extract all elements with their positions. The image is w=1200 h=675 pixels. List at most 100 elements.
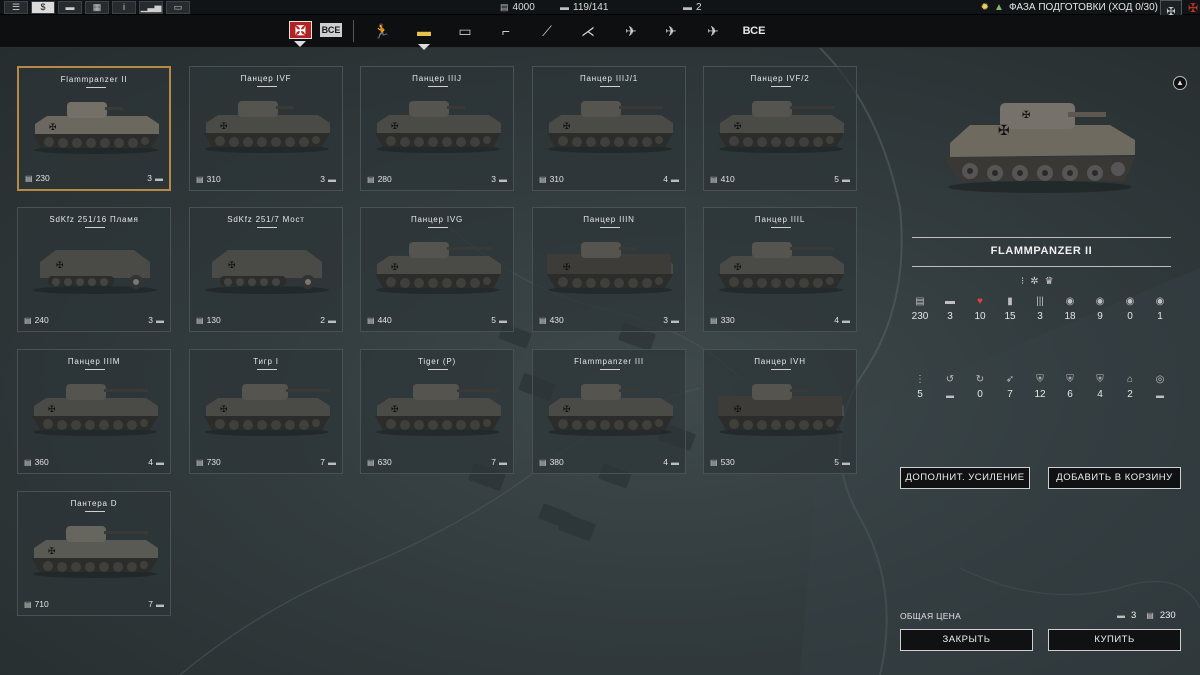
air-attack-stat: ◉ 0 [1115, 295, 1145, 322]
tank-image: ✠ [33, 250, 157, 294]
count-value: 5 [834, 174, 839, 184]
unit-card[interactable]: Панцер IIIJ ✠ ▤ 280 3 ▬ [360, 66, 514, 191]
count-value: 4 [834, 315, 839, 325]
tab-bombers[interactable]: ✈ [693, 22, 733, 40]
svg-text:✠: ✠ [563, 122, 571, 132]
bomber-icon: ✈ [707, 23, 719, 39]
unit-name: Панцер IIIJ/1 [580, 74, 638, 83]
unit-cost: ▤ 530 [710, 457, 735, 467]
scroll-up-button[interactable]: ▲ [1173, 76, 1187, 90]
screen-icon: ▭ [173, 2, 183, 12]
tank-icon: ▬ [328, 457, 336, 467]
stats-button[interactable]: ▁▃▅ [139, 1, 163, 14]
unit-card[interactable]: Flammpanzer II ✠ ▤ 230 3 ▬ [17, 66, 171, 191]
unit-card[interactable]: Панцер IVF ✠ ▤ 310 3 ▬ [189, 66, 343, 191]
hamburger-button[interactable]: ☰ [4, 1, 28, 14]
close-button[interactable]: ЗАКРЫТЬ [900, 629, 1033, 651]
unit-count: 3 ▬ [663, 315, 679, 325]
tab-infantry[interactable]: 🏃 [371, 22, 393, 40]
name-underline [428, 86, 448, 87]
stat-value: 5 [917, 389, 923, 400]
count-value: 2 [320, 315, 325, 325]
unit-card[interactable]: Панцер IVF/2 ✠ ▤ 410 5 ▬ [703, 66, 857, 191]
infantry-icon: 🏃 [373, 23, 391, 39]
name-underline [85, 511, 105, 512]
unit-cost: ▤ 430 [539, 315, 564, 325]
grid-button[interactable]: ▦ [85, 1, 109, 14]
unit-cost: ▤ 410 [710, 174, 735, 184]
name-underline [257, 369, 277, 370]
unit-card[interactable]: Панцер IVH ✠ ▤ 530 5 ▬ [703, 349, 857, 474]
tab-fighters[interactable]: ✈ [616, 22, 646, 40]
money-icon: ▤ [500, 2, 509, 12]
tab-anti-tank[interactable]: ⌐ [494, 22, 518, 40]
stat-value: 1 [1157, 311, 1163, 322]
unit-card[interactable]: Тигр I ✠ ▤ 730 7 ▬ [189, 349, 343, 474]
cost-icon: ▤ [196, 457, 204, 467]
buy-button[interactable]: КУПИТЬ [1048, 629, 1181, 651]
unit-cost: ▤ 730 [196, 457, 221, 467]
unit-name: Панцер IVF [240, 74, 292, 83]
chat-button[interactable]: ▬ [58, 1, 82, 14]
name-underline [771, 369, 791, 370]
svg-text:✠: ✠ [391, 263, 399, 273]
reinforce-button[interactable]: ДОПОЛНИТ. УСИЛЕНИЕ [900, 467, 1030, 489]
svg-text:✠: ✠ [48, 547, 56, 557]
cost-value: 730 [206, 457, 221, 467]
unit-count-icon: ▬ [945, 296, 955, 307]
germany-flag-icon[interactable]: ✠ [289, 21, 312, 39]
tab-anti-air[interactable]: ⋌ [576, 22, 600, 40]
cost-value: 430 [549, 315, 564, 325]
unit-name: Панцер IIIJ [412, 74, 462, 83]
name-underline [85, 227, 105, 228]
unit-count: 4 ▬ [148, 457, 164, 467]
unit-card[interactable]: Панцер IIIL ✠ ▤ 330 4 ▬ [703, 207, 857, 332]
unit-card[interactable]: Tiger (P) ✠ ▤ 630 7 ▬ [360, 349, 514, 474]
ammo-icon: ▮ [1007, 296, 1013, 307]
move-type-icon: ↺ [945, 374, 955, 385]
hamburger-icon: ☰ [11, 2, 21, 12]
tab-all[interactable]: ВСЕ [742, 22, 766, 40]
svg-text:✠: ✠ [56, 261, 64, 271]
unit-card[interactable]: Панцер IIIN ✠ ▤ 430 3 ▬ [532, 207, 686, 332]
unit-title: FLAMMPANZER II [990, 245, 1093, 257]
cost-icon: ▤ [710, 315, 718, 325]
air-defense-stat: ⛨ 6 [1055, 373, 1085, 400]
unit-card[interactable]: SdKfz 251/7 Мост ✠ ▤ 130 2 ▬ [189, 207, 343, 332]
tab-attack-aircraft[interactable]: ✈ [656, 22, 686, 40]
svg-text:✠: ✠ [734, 122, 742, 132]
unit-card[interactable]: Пантера D ✠ ▤ 710 7 ▬ [17, 491, 171, 616]
all-nations-button[interactable]: ВСЕ [320, 23, 342, 37]
tank-image: ✠ [718, 384, 844, 436]
tank-image: ✠ [204, 101, 330, 153]
add-to-cart-button[interactable]: ДОБАВИТЬ В КОРЗИНУ [1048, 467, 1181, 489]
svg-text:✠: ✠ [563, 405, 571, 415]
trait-crown-icon: ♛ [1044, 276, 1054, 287]
unit-capacity-resource: ▬ 119/141 [560, 2, 609, 13]
cost-icon: ▤ [24, 457, 32, 467]
svg-text:✠: ✠ [734, 405, 742, 415]
divider [353, 20, 354, 42]
unit-card[interactable]: Панцер IIIM ✠ ▤ 360 4 ▬ [17, 349, 171, 474]
svg-text:✠: ✠ [1022, 110, 1030, 121]
count-value: 3 [663, 315, 668, 325]
unit-card[interactable]: Панцер IVG ✠ ▤ 440 5 ▬ [360, 207, 514, 332]
fuel-stat: ||| 3 [1025, 295, 1055, 322]
unit-card[interactable]: Панцер IIIJ/1 ✠ ▤ 310 4 ▬ [532, 66, 686, 191]
phase-indicator: ✹ ▲ ФАЗА ПОДГОТОВКИ (ХОД 0/30) [980, 2, 1158, 13]
unit-card[interactable]: SdKfz 251/16 Пламя ✠ ▤ 240 3 ▬ [17, 207, 171, 332]
dollar-button[interactable]: $ [31, 1, 55, 14]
tab-artillery[interactable]: ⟋ [535, 22, 559, 40]
unit-card[interactable]: Flammpanzer III ✠ ▤ 380 4 ▬ [532, 349, 686, 474]
tab-tanks[interactable]: ▬ [404, 22, 444, 40]
svg-text:✠: ✠ [220, 122, 228, 132]
info-button[interactable]: i [112, 1, 136, 14]
tab-vehicles[interactable]: ▭ [453, 22, 477, 40]
tank-icon: ▬ [328, 315, 336, 325]
cost-icon: ▤ [710, 457, 718, 467]
ammo-stat: ▮ 15 [995, 295, 1025, 322]
unit-cost: ▤ 240 [24, 315, 49, 325]
unit-count: 4 ▬ [663, 174, 679, 184]
unit-count: 5 ▬ [834, 174, 850, 184]
screen-button[interactable]: ▭ [166, 1, 190, 14]
